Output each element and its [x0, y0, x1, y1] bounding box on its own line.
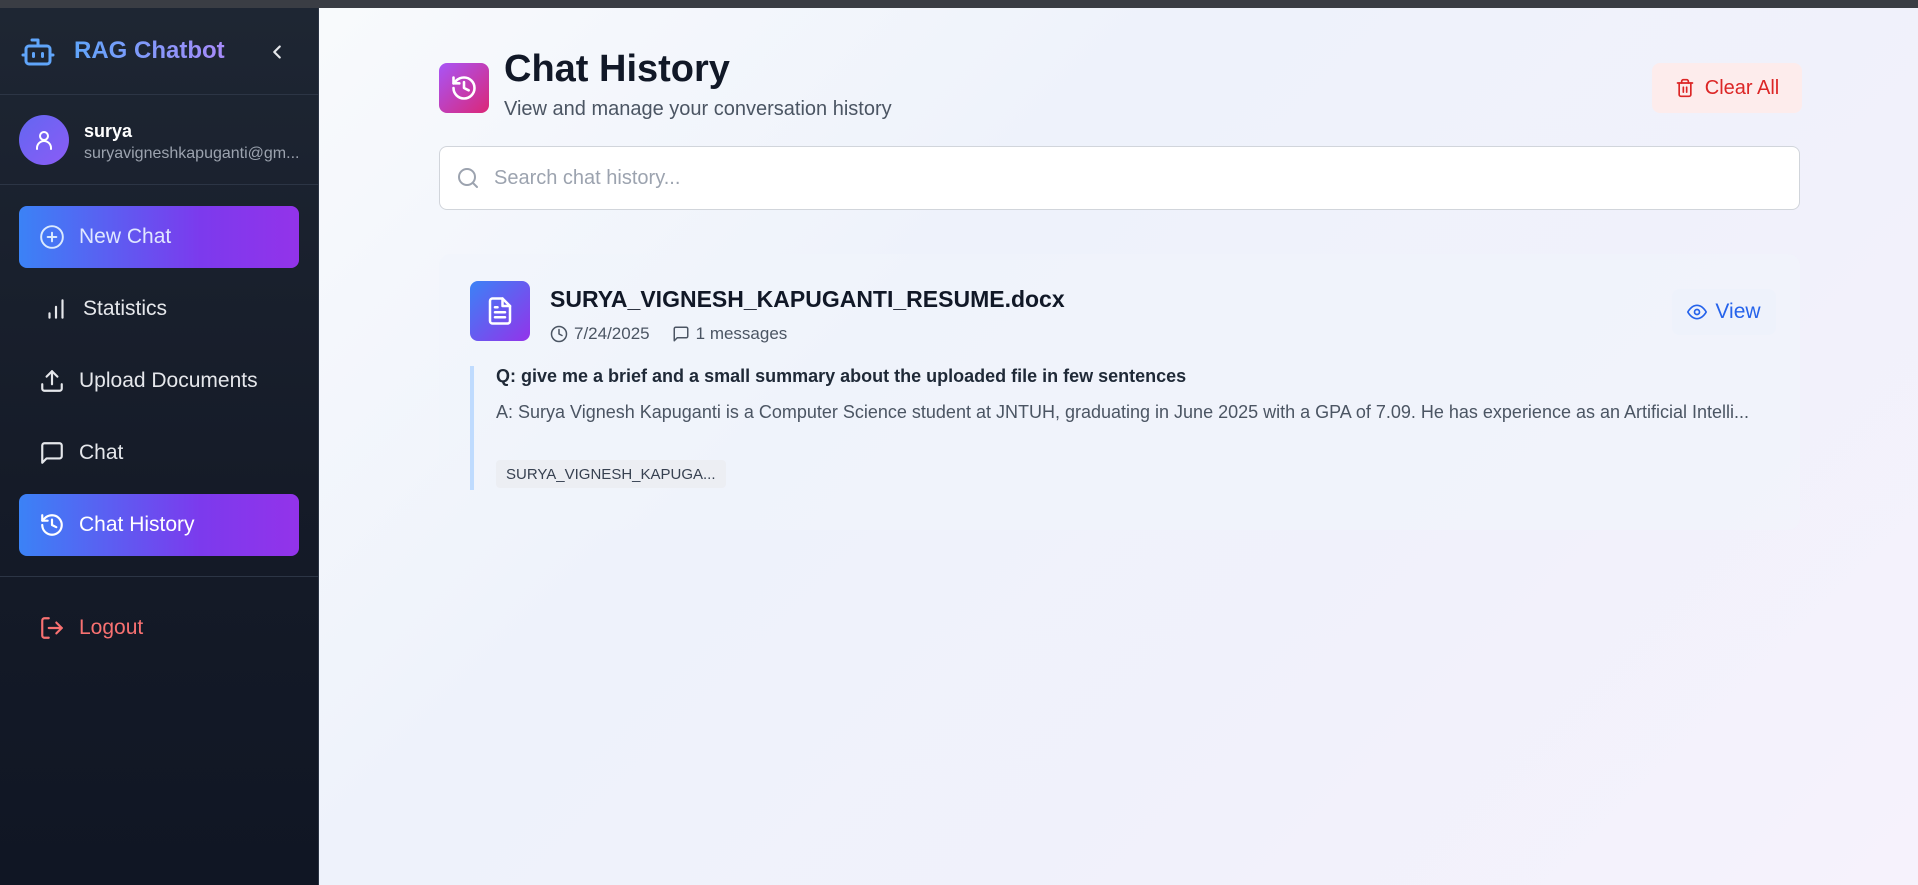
main-content: Chat History View and manage your conver… — [319, 8, 1918, 885]
sidebar-item-label: Statistics — [83, 297, 168, 320]
history-icon — [439, 63, 489, 113]
bar-chart-icon — [43, 296, 69, 322]
view-label: View — [1715, 300, 1761, 323]
app-title: RAG Chatbot — [74, 37, 225, 64]
new-chat-label: New Chat — [79, 225, 172, 248]
clock-icon — [550, 325, 568, 343]
history-icon — [39, 512, 65, 538]
collapse-sidebar-button[interactable] — [266, 41, 288, 63]
sidebar-item-label: Upload Documents — [79, 369, 258, 392]
history-source-tag: SURYA_VIGNESH_KAPUGA... — [496, 460, 726, 488]
logout-icon — [39, 615, 65, 641]
history-date-text: 7/24/2025 — [574, 324, 650, 343]
trash-icon — [1676, 78, 1694, 98]
sidebar-item-upload-documents[interactable]: Upload Documents — [19, 350, 299, 412]
divider — [0, 576, 319, 577]
clear-all-button[interactable]: Clear All — [1652, 63, 1802, 113]
search-icon — [458, 168, 478, 188]
history-question: Q: give me a brief and a small summary a… — [496, 366, 1187, 386]
plus-circle-icon — [39, 224, 65, 250]
message-square-icon — [39, 440, 65, 466]
chevron-left-icon — [273, 45, 281, 59]
page-subtitle: View and manage your conversation histor… — [504, 98, 892, 120]
history-date: 7/24/2025 — [550, 324, 650, 344]
history-file-name: SURYA_VIGNESH_KAPUGANTI_RESUME.docx — [550, 286, 1065, 312]
logout-button[interactable]: Logout — [19, 597, 299, 659]
sidebar-item-chat-history[interactable]: Chat History — [19, 494, 299, 556]
eye-icon — [1687, 304, 1708, 320]
search-input[interactable] — [494, 166, 1774, 190]
history-answer: A: Surya Vignesh Kapuganti is a Computer… — [496, 402, 1750, 422]
sidebar-item-statistics[interactable]: Statistics — [19, 278, 299, 340]
bot-icon — [20, 34, 56, 70]
search-bar — [439, 146, 1800, 210]
page-title: Chat History — [504, 48, 730, 90]
sidebar: RAG Chatbot surya suryavigneshkapuganti@… — [0, 8, 319, 885]
user-name: surya — [84, 121, 133, 141]
brand-header: RAG Chatbot — [0, 8, 319, 95]
user-profile: surya suryavigneshkapuganti@gm... — [0, 95, 319, 185]
logout-label: Logout — [79, 616, 144, 639]
history-message-count: 1 messages — [672, 324, 788, 344]
sidebar-item-label: Chat — [79, 441, 124, 464]
file-text-icon — [470, 281, 530, 341]
sidebar-item-label: Chat History — [79, 513, 195, 536]
clear-all-label: Clear All — [1704, 76, 1780, 99]
user-email: suryavigneshkapuganti@gm... — [84, 145, 300, 162]
history-card[interactable]: SURYA_VIGNESH_KAPUGANTI_RESUME.docx 7/24… — [439, 254, 1800, 530]
message-square-icon — [673, 326, 689, 342]
sidebar-item-chat[interactable]: Chat — [19, 422, 299, 484]
history-message-count-text: 1 messages — [695, 324, 788, 343]
user-icon — [36, 131, 52, 150]
view-button[interactable]: View — [1672, 289, 1776, 335]
history-preview: Q: give me a brief and a small summary a… — [470, 366, 1770, 490]
upload-icon — [39, 368, 65, 394]
history-meta: 7/24/2025 1 messages — [550, 324, 809, 344]
avatar — [19, 115, 69, 165]
window-top-bar — [0, 0, 1918, 8]
new-chat-button[interactable]: New Chat — [19, 206, 299, 268]
